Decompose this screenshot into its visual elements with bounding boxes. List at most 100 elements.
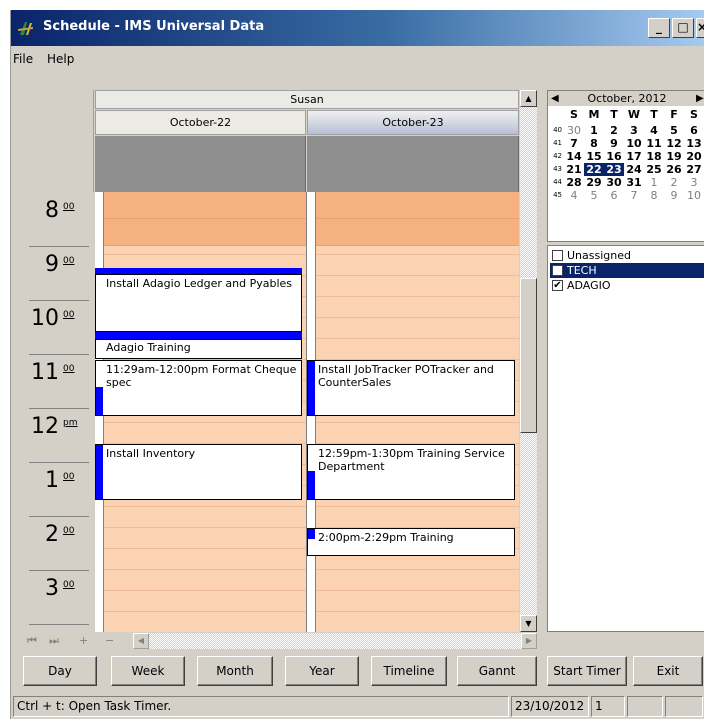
calendar-day[interactable]: 25 <box>644 163 664 176</box>
category-item-unassigned[interactable]: Unassigned <box>550 248 704 263</box>
calendar-day[interactable]: 20 <box>684 150 704 163</box>
calendar-day-selected[interactable]: 22 <box>584 163 604 176</box>
last-icon[interactable]: ⏭ <box>49 634 59 648</box>
first-icon[interactable]: ⏮ <box>27 634 37 648</box>
week-number: 42 <box>553 152 562 160</box>
scroll-thumb[interactable] <box>520 278 537 433</box>
schedule-window: Schedule - IMS Universal Data _ □ × File… <box>10 10 704 719</box>
title-bar[interactable]: Schedule - IMS Universal Data _ □ × <box>11 10 704 46</box>
exit-button[interactable]: Exit <box>633 656 703 686</box>
close-button[interactable]: × <box>696 18 704 38</box>
day-view-button[interactable]: Day <box>23 656 97 686</box>
calendar-day[interactable]: 1 <box>644 176 664 189</box>
appointment-adagio-training[interactable]: Adagio Training <box>95 339 302 359</box>
category-item-tech[interactable]: TECH <box>550 263 704 278</box>
hour-suffix: 00 <box>63 364 75 374</box>
calendar-day[interactable]: 3 <box>684 176 704 189</box>
gannt-view-button[interactable]: Gannt <box>457 656 537 686</box>
calendar-day[interactable]: 9 <box>604 137 624 150</box>
day-header-oct-23[interactable]: October-23 <box>307 110 519 135</box>
category-checkbox[interactable] <box>552 265 563 276</box>
calendar-day[interactable]: 31 <box>624 176 644 189</box>
minimize-button[interactable]: _ <box>648 18 670 38</box>
calendar-day[interactable]: 17 <box>624 150 644 163</box>
horizontal-scrollbar[interactable]: ◀ ▶ <box>133 633 537 649</box>
calendar-day[interactable]: 2 <box>664 176 684 189</box>
remove-icon[interactable]: − <box>105 634 114 647</box>
calendar-day[interactable]: 29 <box>584 176 604 189</box>
calendar-day[interactable]: 9 <box>664 189 684 202</box>
calendar-day[interactable]: 6 <box>684 124 704 137</box>
calendar-day[interactable]: 30 <box>604 176 624 189</box>
status-panel <box>665 696 703 717</box>
appointment-training-service-department[interactable]: 12:59pm-1:30pm Training Service Departme… <box>307 444 515 500</box>
calendar-day[interactable]: 6 <box>604 189 624 202</box>
timeline-view-button[interactable]: Timeline <box>371 656 447 686</box>
all-day-area-oct-23[interactable] <box>307 136 519 192</box>
appointment-training[interactable]: 2:00pm-2:29pm Training <box>307 528 515 556</box>
category-checkbox[interactable]: ✔ <box>552 280 563 291</box>
resource-header: Susan <box>95 90 519 109</box>
calendar-day[interactable]: 5 <box>664 124 684 137</box>
hour-divider <box>29 354 89 355</box>
category-checkbox[interactable] <box>552 250 563 261</box>
calendar-day[interactable]: 21 <box>564 163 584 176</box>
hour-divider <box>29 624 89 625</box>
week-number: 43 <box>553 165 562 173</box>
day-header-oct-22[interactable]: October-22 <box>95 110 306 135</box>
calendar-day[interactable]: 10 <box>624 137 644 150</box>
menu-file[interactable]: File <box>13 52 33 66</box>
year-view-button[interactable]: Year <box>285 656 359 686</box>
menu-help[interactable]: Help <box>47 52 74 66</box>
scroll-down-button[interactable]: ▼ <box>520 615 537 632</box>
all-day-area-oct-22[interactable] <box>95 136 306 192</box>
calendar-day-selected[interactable]: 23 <box>604 163 624 176</box>
scroll-right-button[interactable]: ▶ <box>521 633 537 649</box>
calendar-day[interactable]: 4 <box>644 124 664 137</box>
calendar-day[interactable]: 2 <box>604 124 624 137</box>
calendar-day[interactable]: 18 <box>644 150 664 163</box>
add-icon[interactable]: + <box>79 634 88 647</box>
next-month-button[interactable]: ▶ <box>696 91 704 106</box>
week-view-button[interactable]: Week <box>111 656 185 686</box>
day-column-oct-23[interactable]: Install JobTracker POTracker and Counter… <box>307 192 519 632</box>
appointment-color-bar <box>96 445 103 499</box>
calendar-day[interactable]: 15 <box>584 150 604 163</box>
app-icon <box>18 22 33 35</box>
scroll-up-button[interactable]: ▲ <box>520 90 537 107</box>
appointment-install-inventory[interactable]: Install Inventory <box>95 444 302 500</box>
maximize-button[interactable]: □ <box>672 18 694 38</box>
calendar-day[interactable]: 7 <box>624 189 644 202</box>
calendar-day[interactable]: 7 <box>564 137 584 150</box>
calendar-day[interactable]: 12 <box>664 137 684 150</box>
calendar-day[interactable]: 13 <box>684 137 704 150</box>
start-timer-button[interactable]: Start Timer <box>547 656 627 686</box>
month-view-button[interactable]: Month <box>197 656 273 686</box>
calendar-day[interactable]: 10 <box>684 189 704 202</box>
calendar-day[interactable]: 1 <box>584 124 604 137</box>
calendar-day[interactable]: 27 <box>684 163 704 176</box>
calendar-day[interactable]: 4 <box>564 189 584 202</box>
day-column-oct-22[interactable]: Install Adagio Ledger and Pyables Adagio… <box>95 192 306 632</box>
calendar-day[interactable]: 8 <box>644 189 664 202</box>
calendar-day[interactable]: 28 <box>564 176 584 189</box>
calendar-day[interactable]: 11 <box>644 137 664 150</box>
calendar-day[interactable]: 3 <box>624 124 644 137</box>
calendar-day[interactable]: 14 <box>564 150 584 163</box>
appointment-install-jobtracker[interactable]: Install JobTracker POTracker and Counter… <box>307 360 515 416</box>
category-item-adagio[interactable]: ✔ ADAGIO <box>550 278 704 293</box>
calendar-day[interactable]: 30 <box>564 124 584 137</box>
prev-month-button[interactable]: ◀ <box>551 91 559 106</box>
appointment-format-cheque-spec[interactable]: 11:29am-12:00pm Format Cheque spec <box>95 360 302 416</box>
calendar-day[interactable]: 26 <box>664 163 684 176</box>
vertical-scrollbar[interactable]: ▲ ▼ <box>520 90 537 632</box>
calendar-day[interactable]: 8 <box>584 137 604 150</box>
calendar-day[interactable]: 5 <box>584 189 604 202</box>
calendar-day[interactable]: 16 <box>604 150 624 163</box>
appointment-install-adagio-ledger[interactable]: Install Adagio Ledger and Pyables <box>95 274 302 332</box>
calendar-day[interactable]: 19 <box>664 150 684 163</box>
calendar-month-label: October, 2012 <box>587 92 667 105</box>
calendar-day[interactable]: 24 <box>624 163 644 176</box>
scroll-left-button[interactable]: ◀ <box>133 633 149 649</box>
hour-divider <box>29 408 89 409</box>
